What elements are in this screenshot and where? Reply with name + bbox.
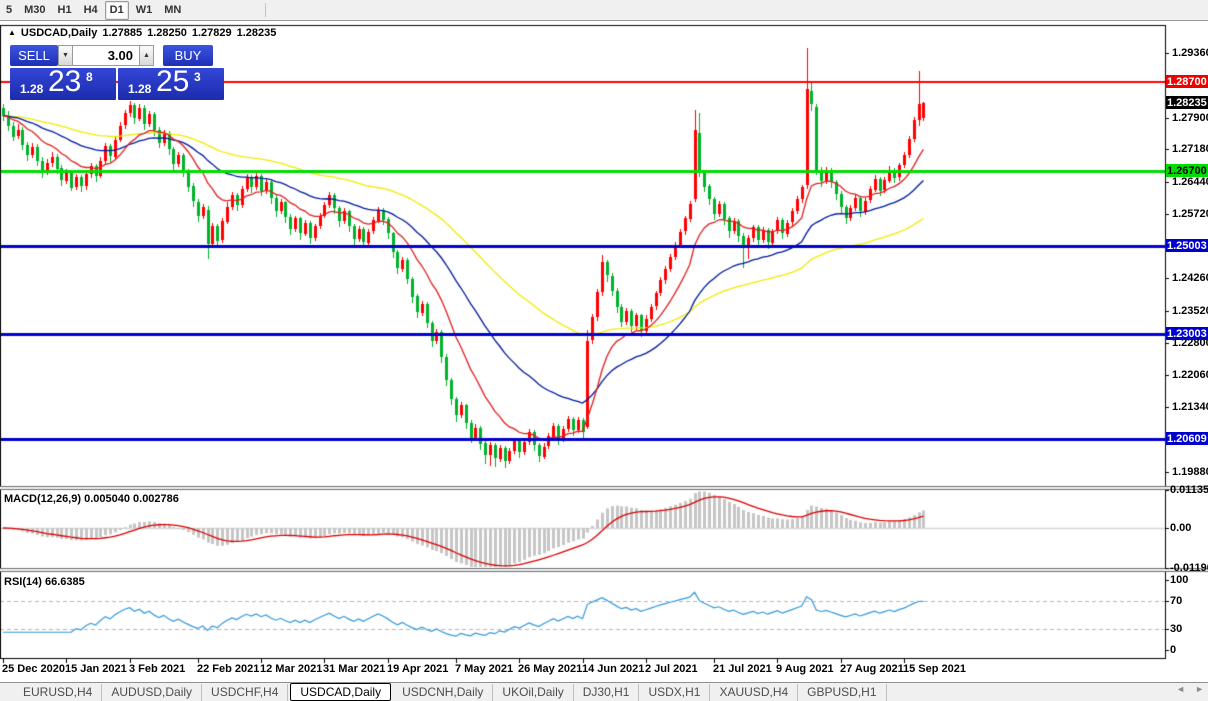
- price-badge-1.20609: 1.20609: [1166, 432, 1208, 445]
- buy-button[interactable]: BUY: [163, 45, 213, 66]
- tab-scroll-left-icon[interactable]: ◄: [1176, 684, 1185, 694]
- buy-price-box[interactable]: 1.28 25 3: [118, 68, 224, 100]
- sell-price-prefix: 1.28: [20, 82, 43, 96]
- sell-price-sup: 8: [86, 70, 93, 84]
- chart-tab-usdx[interactable]: USDX,H1: [639, 684, 710, 701]
- date-axis-label: 9 Aug 2021: [776, 663, 834, 675]
- price-axis-tick: 1.24260: [1172, 272, 1208, 284]
- rsi-axis-tick: 0: [1170, 644, 1176, 656]
- date-axis-label: 19 Apr 2021: [387, 663, 448, 675]
- buy-price-sup: 3: [194, 70, 201, 84]
- timeframe-button-5[interactable]: 5: [1, 1, 17, 20]
- chart-tab-usdcnh[interactable]: USDCNH,Daily: [393, 684, 493, 701]
- price-badge-1.25003: 1.25003: [1166, 239, 1208, 252]
- timeframe-button-mn[interactable]: MN: [159, 1, 186, 20]
- chart-tab-audusd[interactable]: AUDUSD,Daily: [102, 684, 202, 701]
- ohlc-close: 1.28235: [237, 27, 277, 39]
- timeframe-button-h4[interactable]: H4: [79, 1, 103, 20]
- date-axis-label: 14 Jun 2021: [582, 663, 644, 675]
- date-axis-label: 12 Mar 2021: [260, 663, 322, 675]
- rsi-label: RSI(14) 66.6385: [4, 576, 85, 588]
- chart-tab-usdchf[interactable]: USDCHF,H4: [202, 684, 288, 701]
- sell-price-big: 23: [48, 65, 81, 99]
- price-axis-tick: 1.22060: [1172, 369, 1208, 381]
- timeframe-button-d1[interactable]: D1: [105, 1, 129, 20]
- sell-price-box[interactable]: 1.28 23 8: [10, 68, 116, 100]
- date-axis-label: 2 Jul 2021: [645, 663, 698, 675]
- rsi-axis-tick: 30: [1170, 623, 1182, 635]
- price-axis-tick: 1.23520: [1172, 305, 1208, 317]
- ohlc-low: 1.27829: [192, 27, 232, 39]
- chart-canvas[interactable]: [0, 0, 1208, 701]
- date-axis-label: 25 Dec 2020: [2, 663, 65, 675]
- timeframe-button-w1[interactable]: W1: [131, 1, 158, 20]
- price-axis-tick: 1.25720: [1172, 208, 1208, 220]
- timeframe-button-h1[interactable]: H1: [53, 1, 77, 20]
- chart-tab-gbpusd[interactable]: GBPUSD,H1: [798, 684, 886, 701]
- chart-symbol: USDCAD,Daily: [21, 27, 97, 39]
- price-badge-1.26700: 1.26700: [1166, 164, 1208, 177]
- rsi-axis-tick: 100: [1170, 574, 1188, 586]
- date-axis-label: 15 Jan 2021: [65, 663, 127, 675]
- date-axis-label: 26 May 2021: [518, 663, 582, 675]
- chart-tab-xauusd[interactable]: XAUUSD,H4: [710, 684, 798, 701]
- date-axis-label: 3 Feb 2021: [129, 663, 185, 675]
- chart-tab-ukoil[interactable]: UKOil,Daily: [493, 684, 573, 701]
- price-axis-tick: 1.29360: [1172, 47, 1208, 59]
- rsi-axis-tick: 70: [1170, 595, 1182, 607]
- chart-title: ▲ USDCAD,Daily 1.27885 1.28250 1.27829 1…: [8, 27, 276, 39]
- chart-tab-usdcad[interactable]: USDCAD,Daily: [290, 683, 391, 701]
- macd-label: MACD(12,26,9) 0.005040 0.002786: [4, 493, 179, 505]
- buy-price-prefix: 1.28: [128, 82, 151, 96]
- timeframe-toolbar: 5M30H1H4D1W1MN: [0, 0, 1208, 21]
- price-badge-1.23003: 1.23003: [1166, 327, 1208, 340]
- price-axis-tick: 1.21340: [1172, 401, 1208, 413]
- date-axis-label: 21 Jul 2021: [713, 663, 772, 675]
- price-badge-1.28700: 1.28700: [1166, 75, 1208, 88]
- ohlc-high: 1.28250: [147, 27, 187, 39]
- buy-price-big: 25: [156, 65, 189, 99]
- volume-increase-button[interactable]: ▲: [139, 45, 154, 66]
- date-axis-label: 27 Aug 2021: [840, 663, 904, 675]
- sell-button[interactable]: SELL: [10, 45, 58, 66]
- price-axis-tick: 1.27180: [1172, 143, 1208, 155]
- macd-axis-tick: 0.00: [1170, 522, 1191, 534]
- price-badge-1.28235: 1.28235: [1166, 96, 1208, 109]
- ohlc-open: 1.27885: [102, 27, 142, 39]
- volume-decrease-button[interactable]: ▼: [58, 45, 73, 66]
- chart-tab-bar: EURUSD,H4AUDUSD,DailyUSDCHF,H4USDCAD,Dai…: [0, 682, 1208, 701]
- collapse-trade-panel-icon[interactable]: ▲: [8, 28, 16, 37]
- volume-input[interactable]: 3.00: [73, 45, 139, 66]
- one-click-trade-panel: SELL ▼ 3.00 ▲ BUY 1.28 23 8 1.28 25 3: [10, 45, 224, 100]
- timeframe-button-m30[interactable]: M30: [19, 1, 50, 20]
- macd-axis-tick: 0.01135: [1170, 484, 1208, 496]
- toolbar-separator: [265, 3, 266, 17]
- chart-tab-eurusd[interactable]: EURUSD,H4: [14, 684, 102, 701]
- date-axis-label: 7 May 2021: [455, 663, 513, 675]
- date-axis-label: 22 Feb 2021: [197, 663, 259, 675]
- price-axis-tick: 1.26440: [1172, 176, 1208, 188]
- price-axis-tick: 1.19880: [1172, 466, 1208, 478]
- tab-scroll-right-icon[interactable]: ►: [1195, 684, 1204, 694]
- date-axis-label: 31 Mar 2021: [323, 663, 385, 675]
- price-axis-tick: 1.27900: [1172, 112, 1208, 124]
- tab-scrollers: ◄ ►: [1176, 684, 1204, 694]
- macd-axis-tick: -0.01190: [1170, 562, 1208, 574]
- chart-tab-dj30[interactable]: DJ30,H1: [574, 684, 640, 701]
- date-axis-label: 15 Sep 2021: [903, 663, 966, 675]
